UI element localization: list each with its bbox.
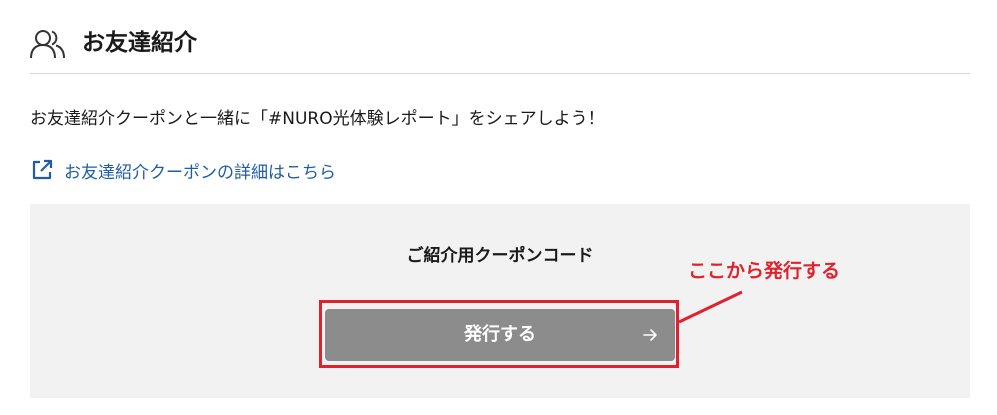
issue-coupon-button-label: 発行する (464, 324, 536, 345)
coupon-detail-link[interactable]: お友達紹介クーポンの詳細はこちら (30, 156, 336, 184)
section-title: お友達紹介 (82, 30, 197, 56)
annotation-text: ここから発行する (688, 260, 841, 282)
section-header: お友達紹介 (30, 22, 970, 74)
issue-coupon-button[interactable]: 発行する (325, 309, 675, 361)
coupon-panel: ご紹介用クーポンコード 発行する (30, 204, 970, 398)
people-icon (30, 30, 65, 59)
intro-text: お友達紹介クーポンと一緒に「#NURO光体験レポート」をシェアしよう！ (30, 109, 605, 129)
arrow-right-icon (643, 329, 657, 341)
coupon-detail-link-label: お友達紹介クーポンの詳細はこちら (64, 162, 336, 183)
external-link-icon (32, 159, 53, 180)
